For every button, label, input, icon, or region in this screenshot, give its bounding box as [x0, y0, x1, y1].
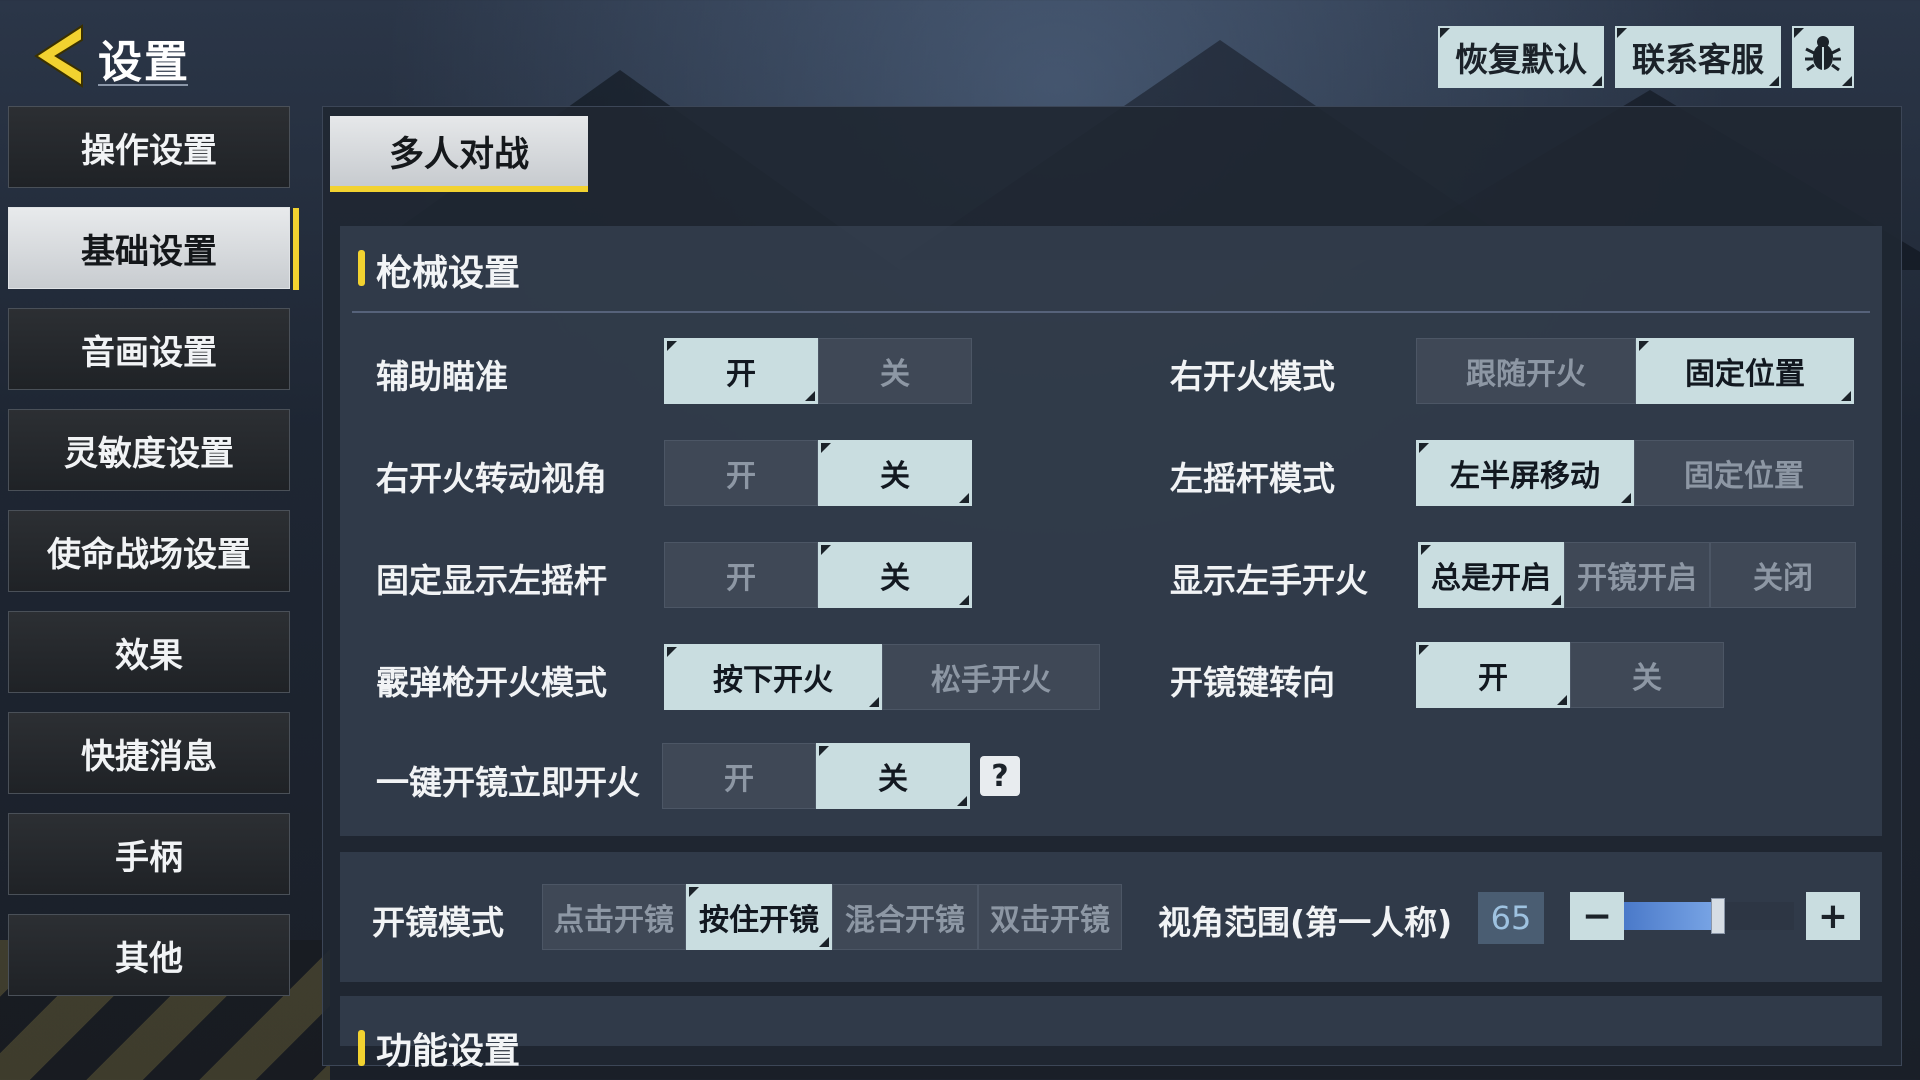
settings-sidebar: 操作设置 基础设置 音画设置 灵敏度设置 使命战场设置 效果 快捷消息 手柄 其…	[8, 106, 299, 1015]
function-settings-title: 功能设置	[376, 1031, 521, 1072]
bug-icon	[1804, 33, 1842, 81]
fov-value: 65	[1478, 892, 1544, 944]
left-joystick-mode-toggle: 左半屏移动 固定位置	[1416, 440, 1854, 506]
fixed-left-joystick-toggle: 开 关	[664, 542, 972, 608]
sidebar-item-quick-messages[interactable]: 快捷消息	[8, 712, 290, 794]
aim-assist-toggle: 开 关	[664, 338, 972, 404]
right-fire-fixed[interactable]: 固定位置	[1636, 338, 1854, 404]
right-fire-turn-view-toggle: 开 关	[664, 440, 972, 506]
show-left-fire-always[interactable]: 总是开启	[1418, 542, 1564, 608]
one-key-scope-fire-label: 一键开镜立即开火	[376, 763, 640, 802]
shotgun-release-fire[interactable]: 松手开火	[882, 644, 1100, 710]
right-fire-turn-view-on[interactable]: 开	[664, 440, 818, 506]
help-icon[interactable]: ?	[980, 756, 1020, 796]
right-fire-turn-view-label: 右开火转动视角	[376, 459, 607, 498]
aim-assist-on[interactable]: 开	[664, 338, 818, 404]
weapon-settings-card	[340, 226, 1882, 836]
one-key-scope-fire-toggle: 开 关	[662, 743, 970, 809]
show-left-fire-label: 显示左手开火	[1170, 561, 1368, 600]
fov-label: 视角范围(第一人称)	[1158, 903, 1453, 942]
left-joystick-half-screen[interactable]: 左半屏移动	[1416, 440, 1634, 506]
scope-mode-hold[interactable]: 按住开镜	[686, 884, 832, 950]
fov-decrease-button[interactable]: −	[1570, 892, 1624, 940]
page-title: 设置	[98, 37, 190, 88]
weapon-settings-title: 枪械设置	[376, 253, 521, 294]
fov-slider-handle[interactable]	[1710, 898, 1725, 934]
sidebar-item-effects[interactable]: 效果	[8, 611, 290, 693]
contact-service-button[interactable]: 联系客服	[1615, 26, 1781, 88]
sidebar-item-sensitivity[interactable]: 灵敏度设置	[8, 409, 290, 491]
scope-key-turn-label: 开镜键转向	[1170, 663, 1335, 702]
left-joystick-mode-label: 左摇杆模式	[1170, 459, 1335, 498]
section-accent-bar	[358, 250, 365, 286]
fixed-left-joystick-on[interactable]: 开	[664, 542, 818, 608]
sidebar-item-basic[interactable]: 基础设置	[8, 207, 299, 290]
left-joystick-fixed[interactable]: 固定位置	[1634, 440, 1854, 506]
shotgun-fire-mode-toggle: 按下开火 松手开火	[664, 644, 1100, 710]
back-arrow-icon[interactable]	[30, 22, 90, 90]
right-fire-turn-view-off[interactable]: 关	[818, 440, 972, 506]
fixed-left-joystick-off[interactable]: 关	[818, 542, 972, 608]
one-key-scope-fire-on[interactable]: 开	[662, 743, 816, 809]
section-accent-bar	[358, 1030, 365, 1066]
fixed-left-joystick-label: 固定显示左摇杆	[376, 561, 607, 600]
right-fire-mode-label: 右开火模式	[1170, 357, 1335, 396]
scope-key-turn-toggle: 开 关	[1416, 642, 1724, 708]
right-fire-mode-toggle: 跟随开火 固定位置	[1416, 338, 1854, 404]
sidebar-item-other[interactable]: 其他	[8, 914, 290, 996]
title-underline	[98, 84, 188, 86]
restore-default-button[interactable]: 恢复默认	[1438, 26, 1604, 88]
show-left-fire-scoped[interactable]: 开镜开启	[1564, 542, 1710, 608]
sidebar-item-controller[interactable]: 手柄	[8, 813, 290, 895]
scope-mode-toggle: 点击开镜 按住开镜 混合开镜 双击开镜	[542, 884, 1122, 950]
shotgun-fire-mode-label: 霰弹枪开火模式	[376, 663, 607, 702]
aim-assist-off[interactable]: 关	[818, 338, 972, 404]
sidebar-item-battle-royale[interactable]: 使命战场设置	[8, 510, 290, 592]
right-fire-follow[interactable]: 跟随开火	[1416, 338, 1636, 404]
fov-increase-button[interactable]: +	[1806, 892, 1860, 940]
aim-assist-label: 辅助瞄准	[376, 357, 508, 396]
scope-mode-tap[interactable]: 点击开镜	[542, 884, 686, 950]
show-left-fire-toggle: 总是开启 开镜开启 关闭	[1418, 542, 1856, 608]
scope-mode-label: 开镜模式	[372, 903, 504, 942]
scope-mode-mixed[interactable]: 混合开镜	[832, 884, 978, 950]
scope-mode-double-tap[interactable]: 双击开镜	[978, 884, 1122, 950]
section-divider	[352, 311, 1870, 313]
scope-key-turn-off[interactable]: 关	[1570, 642, 1724, 708]
show-left-fire-off[interactable]: 关闭	[1710, 542, 1856, 608]
fov-slider-fill	[1624, 902, 1718, 930]
sidebar-item-audio-video[interactable]: 音画设置	[8, 308, 290, 390]
one-key-scope-fire-off[interactable]: 关	[816, 743, 970, 809]
bug-report-button[interactable]	[1792, 26, 1854, 88]
function-settings-card	[340, 996, 1882, 1046]
tab-multiplayer[interactable]: 多人对战	[330, 116, 588, 192]
shotgun-press-fire[interactable]: 按下开火	[664, 644, 882, 710]
sidebar-item-controls[interactable]: 操作设置	[8, 106, 290, 188]
scope-key-turn-on[interactable]: 开	[1416, 642, 1570, 708]
fov-slider[interactable]	[1624, 898, 1794, 934]
